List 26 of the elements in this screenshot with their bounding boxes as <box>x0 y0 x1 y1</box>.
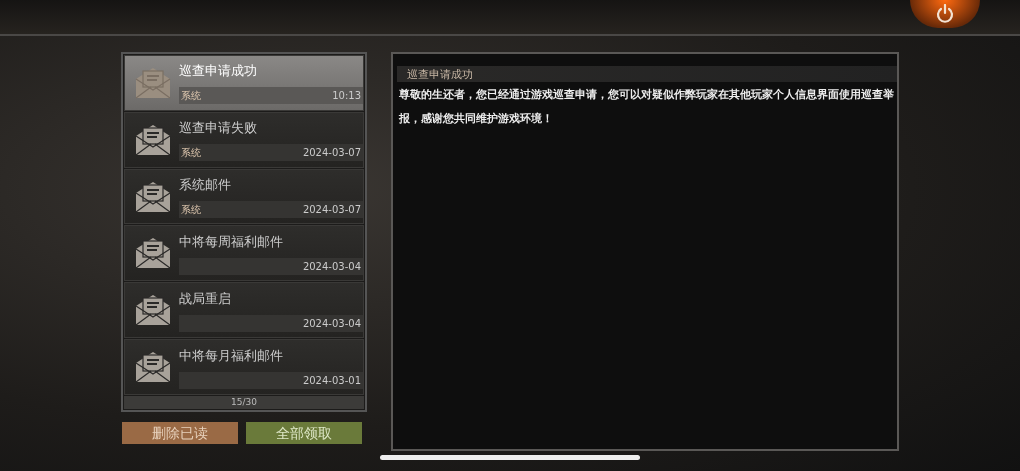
mail-item[interactable]: 战局重启 2024-03-04 <box>124 282 364 339</box>
mail-body-text: 尊敬的生还者，您已经通过游戏巡查申请，您可以对疑似作弊玩家在其他玩家个人信息界面使用巡查举报，感谢您共同维护游戏环境！ <box>398 87 895 126</box>
mail-title: 巡查申请成功 <box>179 62 258 81</box>
mail-title: 巡查申请失败 <box>179 119 258 138</box>
mail-time: 10:13 <box>332 89 361 104</box>
mail-sender: 系统 <box>181 89 201 104</box>
mail-counter: 15/30 <box>124 396 364 409</box>
mail-title: 战局重启 <box>179 289 232 308</box>
mail-time: 2024-03-01 <box>302 373 361 388</box>
mail-sender: 系统 <box>181 146 201 161</box>
mail-detail-title: 巡查申请成功 <box>397 66 897 82</box>
mail-time: 2024-03-04 <box>302 316 361 331</box>
claim-all-button[interactable]: 全部领取 <box>246 422 362 444</box>
mail-title: 中将每周福利邮件 <box>179 232 284 251</box>
mail-item[interactable]: 中将每周福利邮件 2024-03-04 <box>124 225 364 282</box>
mail-time: 2024-03-04 <box>302 259 361 274</box>
mail-time: 2024-03-07 <box>302 203 361 218</box>
mail-sender: 系统 <box>181 203 201 218</box>
mail-time: 2024-03-07 <box>302 146 361 161</box>
mail-item[interactable]: 中将每月福利邮件 2024-03-01 <box>124 339 364 395</box>
power-icon[interactable] <box>936 4 954 24</box>
mail-title: 中将每月福利邮件 <box>179 346 284 365</box>
mail-item[interactable]: 系统邮件 系统 2024-03-07 <box>124 168 364 225</box>
mail-item[interactable]: 巡查申请失败 系统 2024-03-07 <box>124 111 364 168</box>
mail-item[interactable]: 巡查申请成功 系统 10:13 <box>124 55 364 111</box>
mail-title: 系统邮件 <box>179 176 232 195</box>
